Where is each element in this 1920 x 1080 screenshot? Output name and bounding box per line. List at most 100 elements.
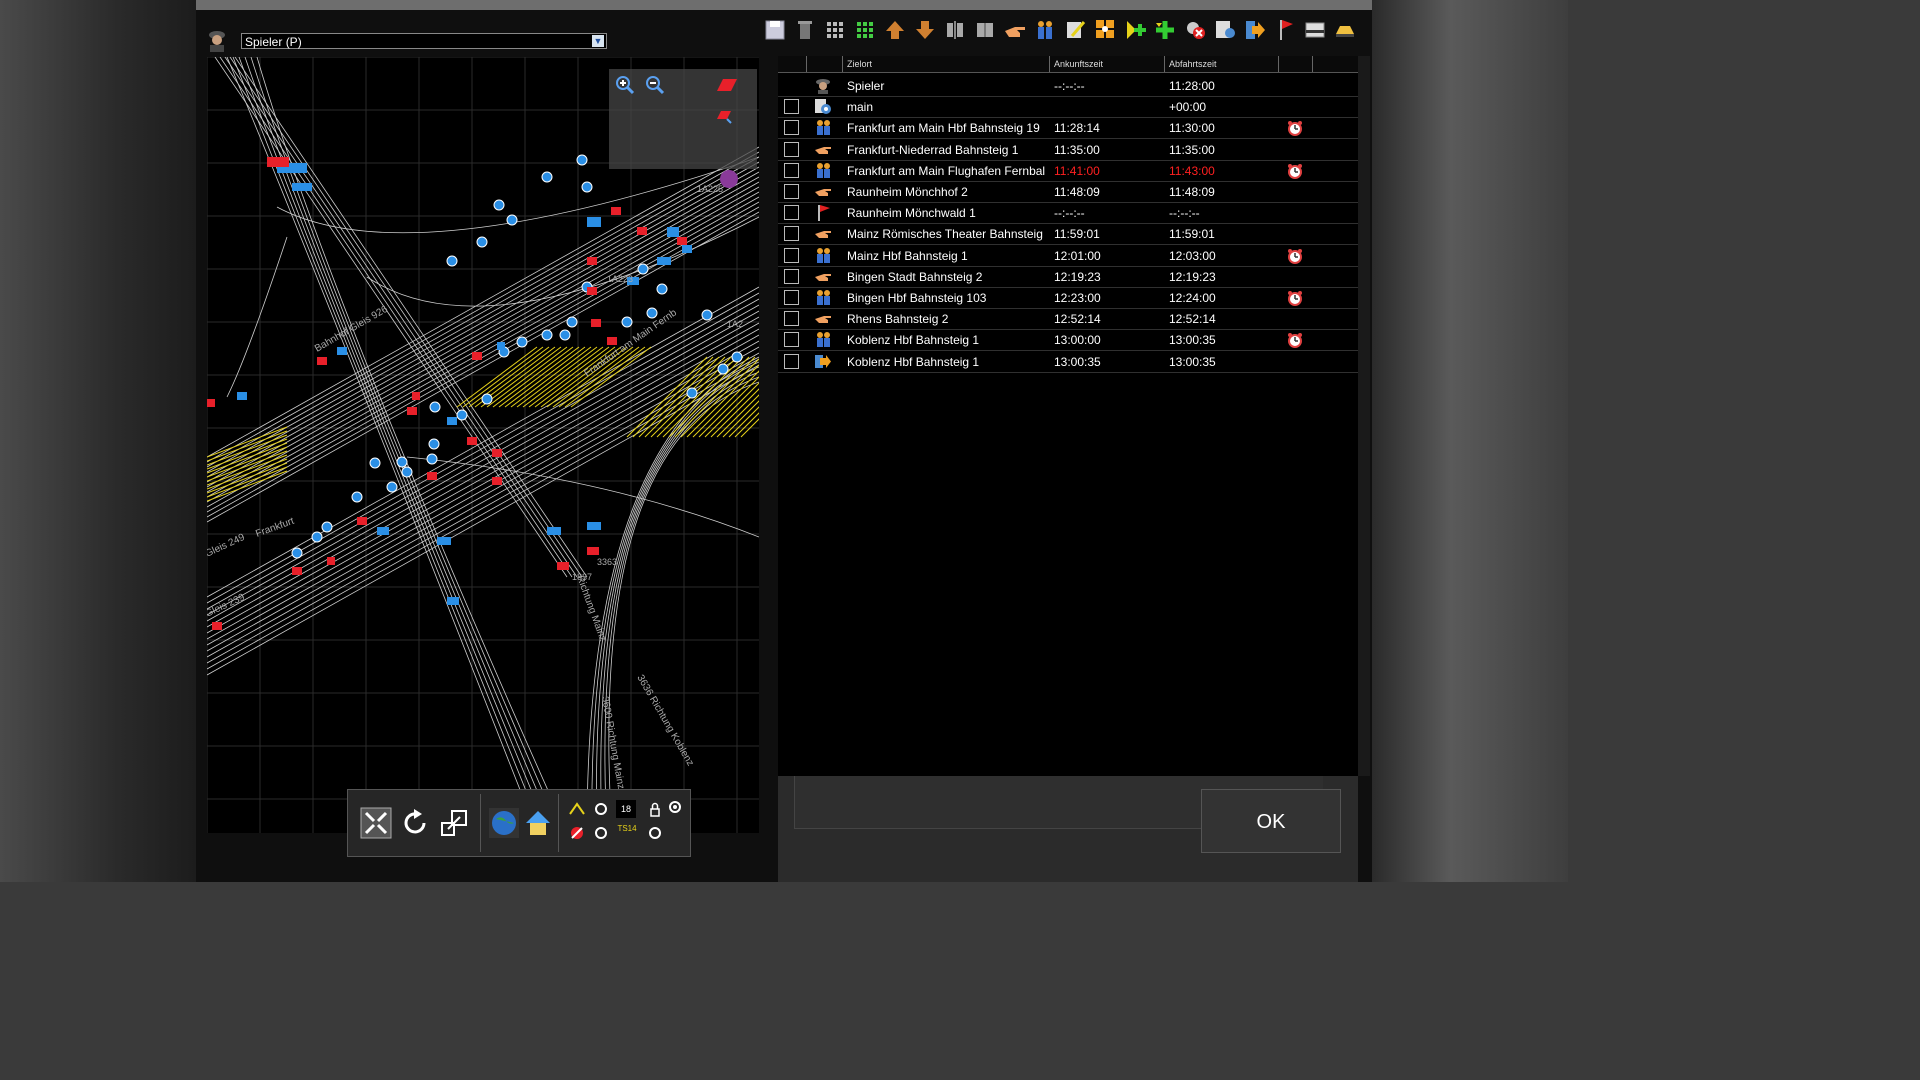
- pointing-hand-icon: [814, 183, 832, 200]
- row-departure: 12:19:23: [1169, 269, 1216, 284]
- schedule-row[interactable]: Mainz Hbf Bahnsteig 1 12:01:00 12:03:00: [778, 245, 1358, 267]
- signal-marker: [407, 407, 417, 415]
- ok-button[interactable]: OK: [1201, 789, 1341, 853]
- stop-filter-icon[interactable]: [568, 824, 586, 842]
- grid-icon[interactable]: [824, 18, 846, 42]
- zoom-in-icon[interactable]: [615, 75, 635, 95]
- hat-icon[interactable]: [1334, 18, 1356, 42]
- eraser-small-icon[interactable]: [713, 105, 735, 125]
- schedule-row[interactable]: Mainz Römisches Theater Bahnsteig 11:59:0…: [778, 223, 1358, 246]
- alarm-clock-icon[interactable]: [1287, 290, 1303, 306]
- row-checkbox[interactable]: [784, 141, 799, 157]
- schedule-header: Zielort Ankunftszeit Abfahrtszeit: [778, 56, 1358, 73]
- row-checkbox[interactable]: [784, 311, 799, 327]
- schedule-row[interactable]: Raunheim Mönchwald 1 --:--:-- --:--:--: [778, 202, 1358, 225]
- schedule-row[interactable]: Frankfurt am Main Hbf Bahnsteig 19 11:28:…: [778, 117, 1358, 140]
- signal-dot: [541, 329, 553, 341]
- schedule-row[interactable]: Bingen Hbf Bahnsteig 103 12:23:00 12:24:00: [778, 287, 1358, 309]
- signal-dot: [426, 453, 438, 465]
- save-icon[interactable]: [764, 18, 786, 42]
- row-checkbox[interactable]: [784, 247, 799, 263]
- remove-icon[interactable]: [1184, 18, 1206, 42]
- coupling-icon[interactable]: [1094, 18, 1116, 42]
- schedule-row[interactable]: Bingen Stadt Bahnsteig 2 12:19:23 12:19:23: [778, 266, 1358, 288]
- signal-dot: [566, 316, 578, 328]
- row-departure: +00:00: [1169, 100, 1207, 115]
- row-checkbox[interactable]: [784, 332, 799, 348]
- schedule-row[interactable]: Raunheim Mönchhof 2 11:48:09 11:48:09: [778, 181, 1358, 203]
- grid-green-icon[interactable]: [854, 18, 876, 42]
- signal-marker: [587, 257, 597, 265]
- row-checkbox[interactable]: [784, 120, 799, 136]
- header-abfahrtszeit[interactable]: Abfahrtszeit: [1164, 56, 1278, 72]
- chevron-down-icon[interactable]: ▼: [592, 35, 604, 47]
- schedule-scrollbar[interactable]: [1358, 56, 1370, 776]
- alarm-clock-icon[interactable]: [1287, 120, 1303, 137]
- eraser-icon[interactable]: [713, 75, 739, 95]
- lock-icon[interactable]: [648, 802, 662, 818]
- radio-button-1[interactable]: [594, 802, 608, 816]
- rotate-icon[interactable]: [400, 807, 432, 839]
- panel-icon[interactable]: [1304, 18, 1326, 42]
- map-toolbar: 18 TS14: [347, 789, 691, 857]
- radio-button-2[interactable]: [668, 800, 682, 814]
- track-map[interactable]: Bahnhof Gleis 926 Frankfurt am Main Fernb…: [207, 57, 759, 833]
- schedule-row[interactable]: Frankfurt am Main Flughafen Fernbal 11:41…: [778, 160, 1358, 182]
- player-select[interactable]: Spieler (P) ▼: [241, 33, 607, 49]
- zoom-out-icon[interactable]: [645, 75, 665, 95]
- pointing-hand-icon[interactable]: [1004, 18, 1026, 42]
- edit-icon[interactable]: [1064, 18, 1086, 42]
- signal-dot: [656, 283, 668, 295]
- alarm-clock-icon[interactable]: [1287, 332, 1303, 349]
- add-stop-icon[interactable]: [1154, 18, 1176, 42]
- row-destination: Frankfurt am Main Flughafen Fernbal: [847, 163, 1046, 178]
- arrive-icon[interactable]: [1244, 18, 1266, 42]
- header-zielort[interactable]: Zielort: [842, 56, 1049, 72]
- add-waypoint-icon[interactable]: [1124, 18, 1146, 42]
- flag-icon[interactable]: [1274, 18, 1296, 42]
- signal-dot: [481, 393, 493, 405]
- row-checkbox[interactable]: [784, 162, 799, 178]
- signal-filter-icon[interactable]: [568, 800, 586, 818]
- background-top: [196, 0, 1372, 10]
- resize-icon[interactable]: [438, 807, 470, 839]
- home-icon[interactable]: [522, 807, 554, 839]
- map-inset-panel: [609, 69, 757, 169]
- schedule-row[interactable]: main +00:00: [778, 96, 1358, 119]
- merge-icon[interactable]: [974, 18, 996, 42]
- radio-button-4[interactable]: [648, 826, 662, 840]
- alarm-clock-icon[interactable]: [1287, 248, 1303, 264]
- schedule-row[interactable]: Frankfurt-Niederrad Bahnsteig 1 11:35:00 1…: [778, 139, 1358, 161]
- move-down-icon[interactable]: [914, 18, 936, 42]
- row-checkbox[interactable]: [784, 99, 799, 115]
- fit-view-icon[interactable]: [360, 807, 392, 839]
- row-checkbox[interactable]: [784, 290, 799, 305]
- row-checkbox[interactable]: [784, 205, 799, 221]
- row-arrival: 11:35:00: [1054, 142, 1100, 157]
- signal-marker: [212, 622, 222, 630]
- passenger-icon[interactable]: [1034, 18, 1056, 42]
- split-icon[interactable]: [944, 18, 966, 42]
- row-checkbox[interactable]: [784, 184, 799, 199]
- schedule-row[interactable]: Koblenz Hbf Bahnsteig 1 13:00:00 13:00:35: [778, 329, 1358, 352]
- signal-marker: [447, 417, 457, 425]
- schedule-row[interactable]: Spieler --:--:-- 11:28:00: [778, 75, 1358, 97]
- header-ankunftszeit[interactable]: Ankunftszeit: [1049, 56, 1164, 72]
- globe-icon[interactable]: [488, 807, 520, 839]
- signal-dot: [476, 236, 488, 248]
- radio-button-3[interactable]: [594, 826, 608, 840]
- schedule-row[interactable]: Koblenz Hbf Bahnsteig 1 13:00:35 13:00:35: [778, 351, 1358, 373]
- settings-icon[interactable]: [1214, 18, 1236, 42]
- move-up-icon[interactable]: [884, 18, 906, 42]
- track-line: [207, 146, 759, 458]
- row-checkbox[interactable]: [784, 268, 799, 284]
- row-departure: 11:35:00: [1169, 142, 1215, 157]
- row-destination: Spieler: [847, 79, 885, 93]
- row-checkbox[interactable]: [784, 226, 799, 242]
- row-checkbox[interactable]: [784, 353, 799, 369]
- platform-hatch: [498, 346, 580, 408]
- schedule-row[interactable]: Rhens Bahnsteig 2 12:52:14 12:52:14: [778, 308, 1358, 331]
- trash-icon[interactable]: [794, 18, 816, 42]
- alarm-clock-icon[interactable]: [1287, 163, 1303, 179]
- track-map-canvas[interactable]: Bahnhof Gleis 926 Frankfurt am Main Fernb…: [207, 57, 759, 833]
